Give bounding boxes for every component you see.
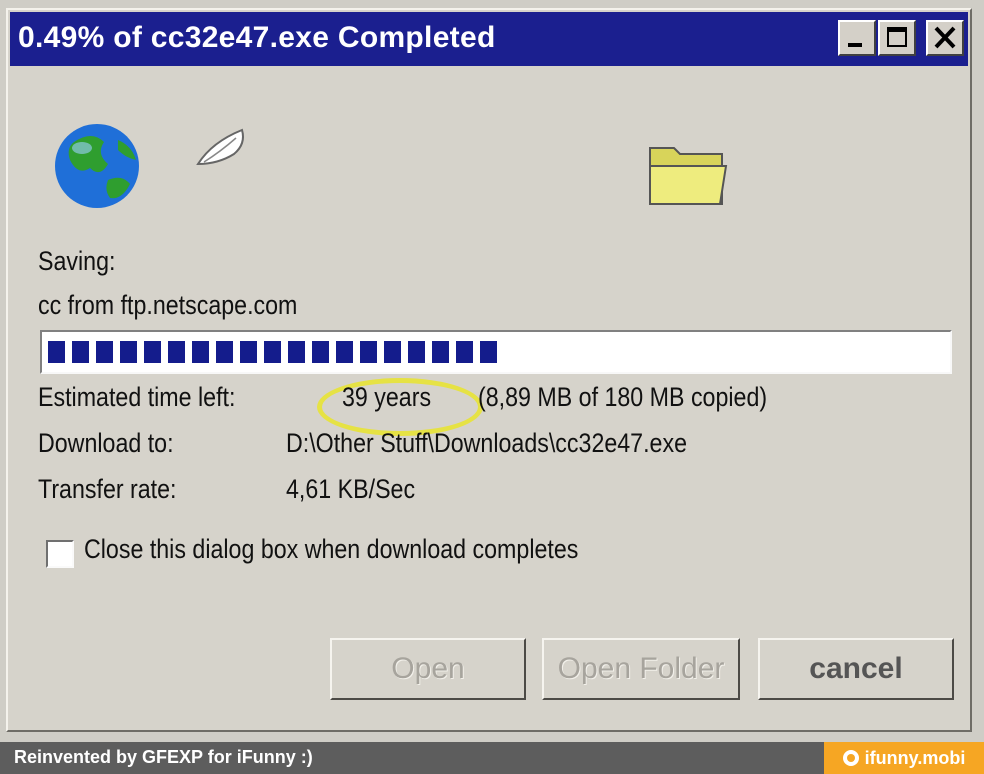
download-path: D:\Other Stuff\Downloads\cc32e47.exe bbox=[286, 428, 687, 458]
title-bar[interactable]: 0.49% of cc32e47.exe Completed bbox=[10, 12, 968, 66]
progress-block bbox=[264, 341, 281, 363]
close-on-complete-label[interactable]: Close this dialog box when download comp… bbox=[84, 534, 578, 565]
time-left-label: Estimated time left: bbox=[38, 382, 236, 412]
time-left-value: 39 years bbox=[342, 382, 432, 412]
progress-block bbox=[96, 341, 113, 363]
maximize-button[interactable] bbox=[878, 20, 916, 56]
download-to-label: Download to: bbox=[38, 428, 174, 458]
transfer-rate-label: Transfer rate: bbox=[38, 474, 177, 504]
progress-block bbox=[480, 341, 497, 363]
transfer-rate-value: 4,61 KB/Sec bbox=[286, 474, 416, 504]
minimize-icon bbox=[848, 43, 862, 47]
cancel-button-label: cancel bbox=[809, 652, 903, 685]
download-progress-bar bbox=[40, 330, 952, 374]
progress-block bbox=[432, 341, 449, 363]
progress-block bbox=[408, 341, 425, 363]
ifunny-brand-badge[interactable]: ifunny.mobi bbox=[824, 742, 984, 774]
progress-block bbox=[48, 341, 65, 363]
progress-block bbox=[360, 341, 377, 363]
cancel-button[interactable]: cancel bbox=[758, 638, 954, 700]
progress-block bbox=[336, 341, 353, 363]
window-title: 0.49% of cc32e47.exe Completed bbox=[18, 21, 496, 54]
progress-block bbox=[168, 341, 185, 363]
progress-block bbox=[384, 341, 401, 363]
progress-block bbox=[288, 341, 305, 363]
progress-block bbox=[120, 341, 137, 363]
close-button[interactable] bbox=[926, 20, 964, 56]
smiley-icon bbox=[842, 750, 859, 766]
minimize-button[interactable] bbox=[838, 20, 876, 56]
close-on-complete-checkbox[interactable] bbox=[46, 540, 74, 568]
footer-bar: Reinvented by GFEXP for iFunny :) ifunny… bbox=[0, 742, 984, 774]
open-folder-button[interactable]: Open Folder bbox=[542, 638, 740, 700]
progress-block bbox=[456, 341, 473, 363]
close-icon bbox=[934, 26, 956, 49]
open-button-label: Open bbox=[391, 652, 465, 685]
download-dialog: 0.49% of cc32e47.exe Completed Saving: c… bbox=[6, 8, 972, 732]
globe-icon bbox=[55, 124, 139, 208]
open-button[interactable]: Open bbox=[330, 638, 526, 700]
saving-label: Saving: bbox=[38, 246, 116, 276]
folder-icon bbox=[649, 147, 728, 205]
progress-block bbox=[72, 341, 89, 363]
progress-block bbox=[312, 341, 329, 363]
progress-block bbox=[192, 341, 209, 363]
brand-text: ifunny.mobi bbox=[864, 747, 966, 768]
copied-amount: (8,89 MB of 180 MB copied) bbox=[478, 382, 768, 412]
footer-credit: Reinvented by GFEXP for iFunny :) bbox=[14, 747, 313, 767]
source-text: cc from ftp.netscape.com bbox=[38, 290, 298, 320]
progress-block bbox=[216, 341, 233, 363]
progress-block bbox=[144, 341, 161, 363]
progress-block bbox=[240, 341, 257, 363]
open-folder-button-label: Open Folder bbox=[557, 652, 725, 685]
paper-flying-icon bbox=[196, 128, 244, 166]
maximize-icon bbox=[887, 27, 907, 47]
